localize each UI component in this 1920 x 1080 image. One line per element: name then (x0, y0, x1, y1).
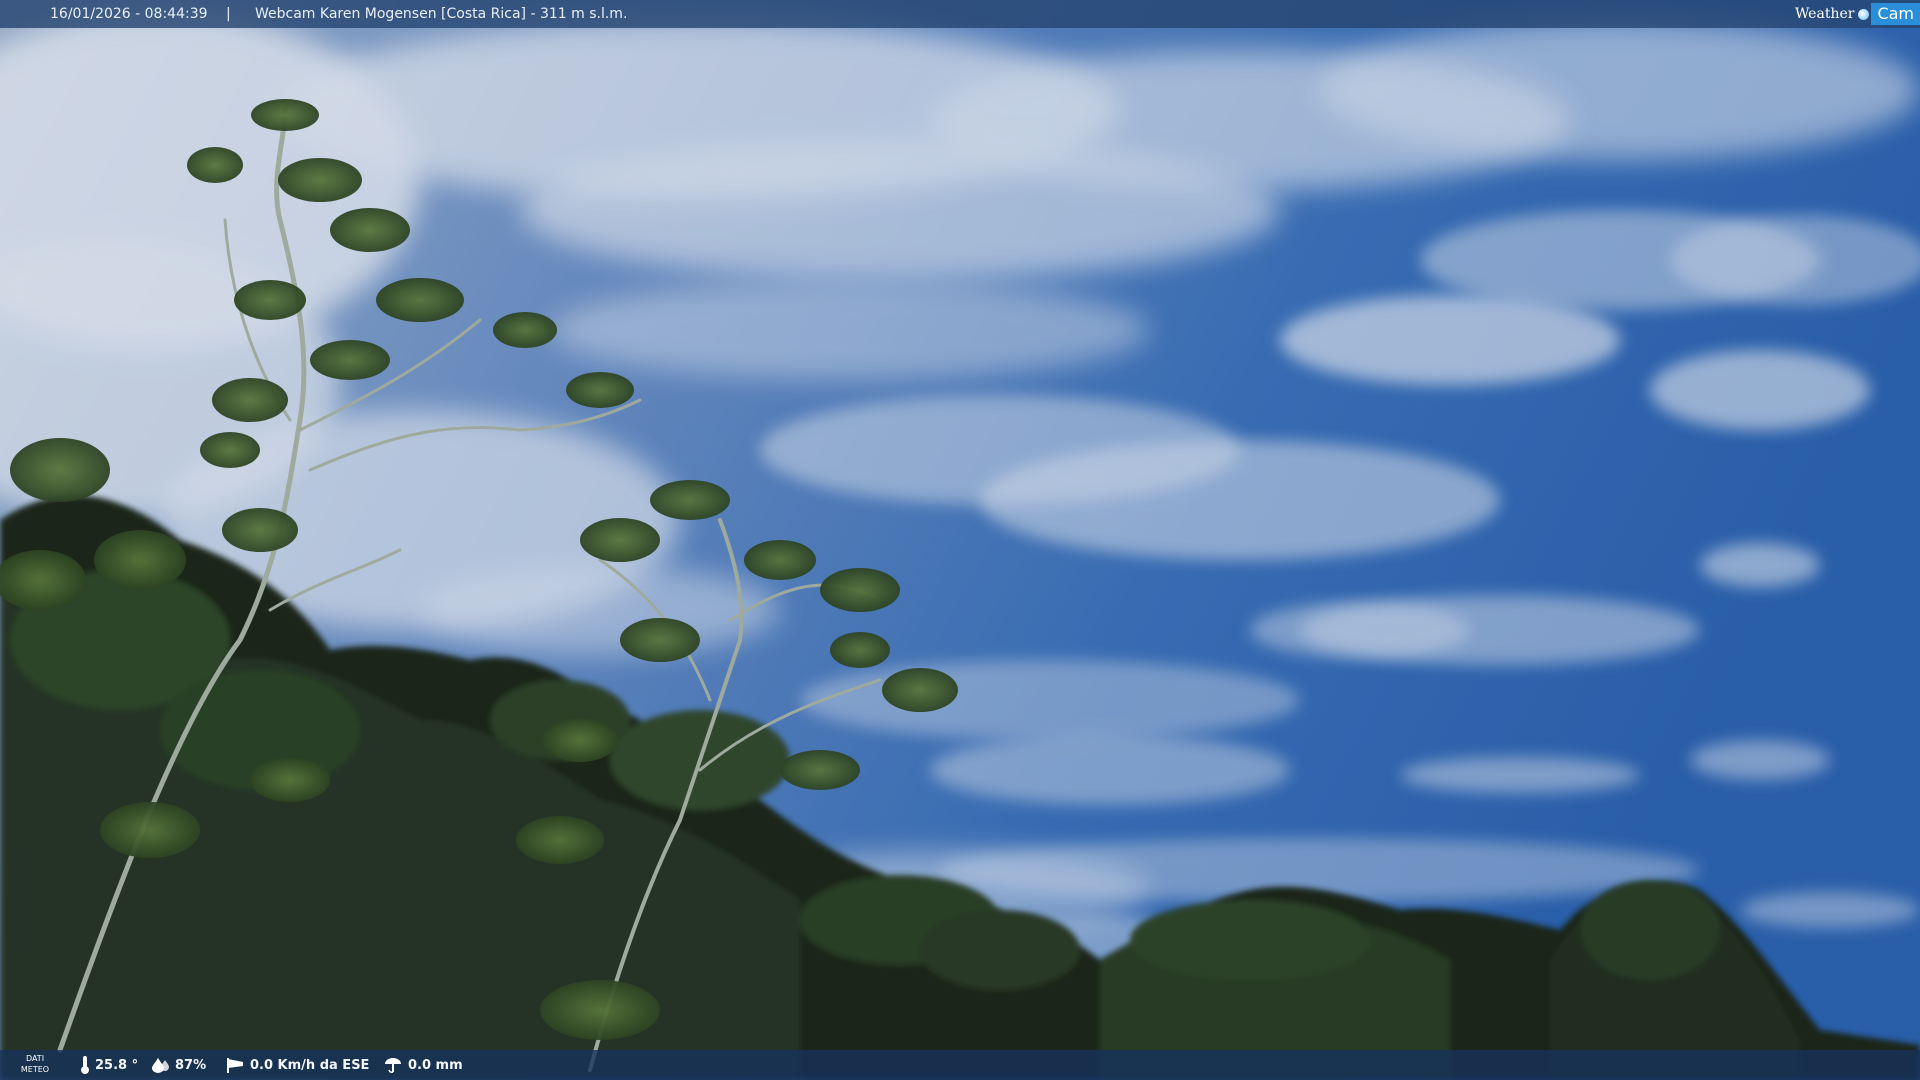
weather-data-bar: DATI METEO 25.8 ° 87% 0.0 Km/h da ESE 0.… (0, 1050, 1920, 1080)
humidity-value: 87% (175, 1057, 207, 1073)
wind-value: 0.0 Km/h da ESE (250, 1057, 370, 1073)
webcam-image (0, 0, 1920, 1080)
webcam-frame: 16/01/2026 - 08:44:39 | Webcam Karen Mog… (0, 0, 1920, 1080)
capture-datetime: 16/01/2026 - 08:44:39 (50, 6, 208, 22)
caption-separator: | (226, 6, 231, 22)
rain-gauge-icon (385, 1058, 401, 1073)
weathercam-logo: Weather Cam (1791, 0, 1920, 28)
logo-globe-icon (1858, 8, 1870, 20)
rain-reading: 0.0 mm (383, 1050, 463, 1080)
top-caption-bar: 16/01/2026 - 08:44:39 | Webcam Karen Mog… (0, 0, 1920, 28)
rain-value: 0.0 mm (408, 1057, 463, 1073)
humidity-drop-icon (152, 1058, 169, 1073)
logo-cam-text: Cam (1871, 3, 1920, 25)
logo-weather-text: Weather (1794, 6, 1855, 22)
wind-sock-icon (227, 1058, 243, 1073)
dati-label-line1: DATI (25, 1054, 45, 1063)
dati-label-line2: METEO (20, 1065, 50, 1074)
humidity-reading: 87% (152, 1050, 206, 1080)
wind-reading: 0.0 Km/h da ESE (225, 1050, 369, 1080)
webcam-title: Webcam Karen Mogensen [Costa Rica] - 311… (255, 6, 628, 22)
temperature-value: 25.8 ° (95, 1057, 139, 1073)
dati-meteo-label: DATI METEO (18, 1053, 52, 1075)
thermometer-icon (81, 1056, 89, 1074)
temperature-reading: 25.8 ° (80, 1050, 138, 1080)
